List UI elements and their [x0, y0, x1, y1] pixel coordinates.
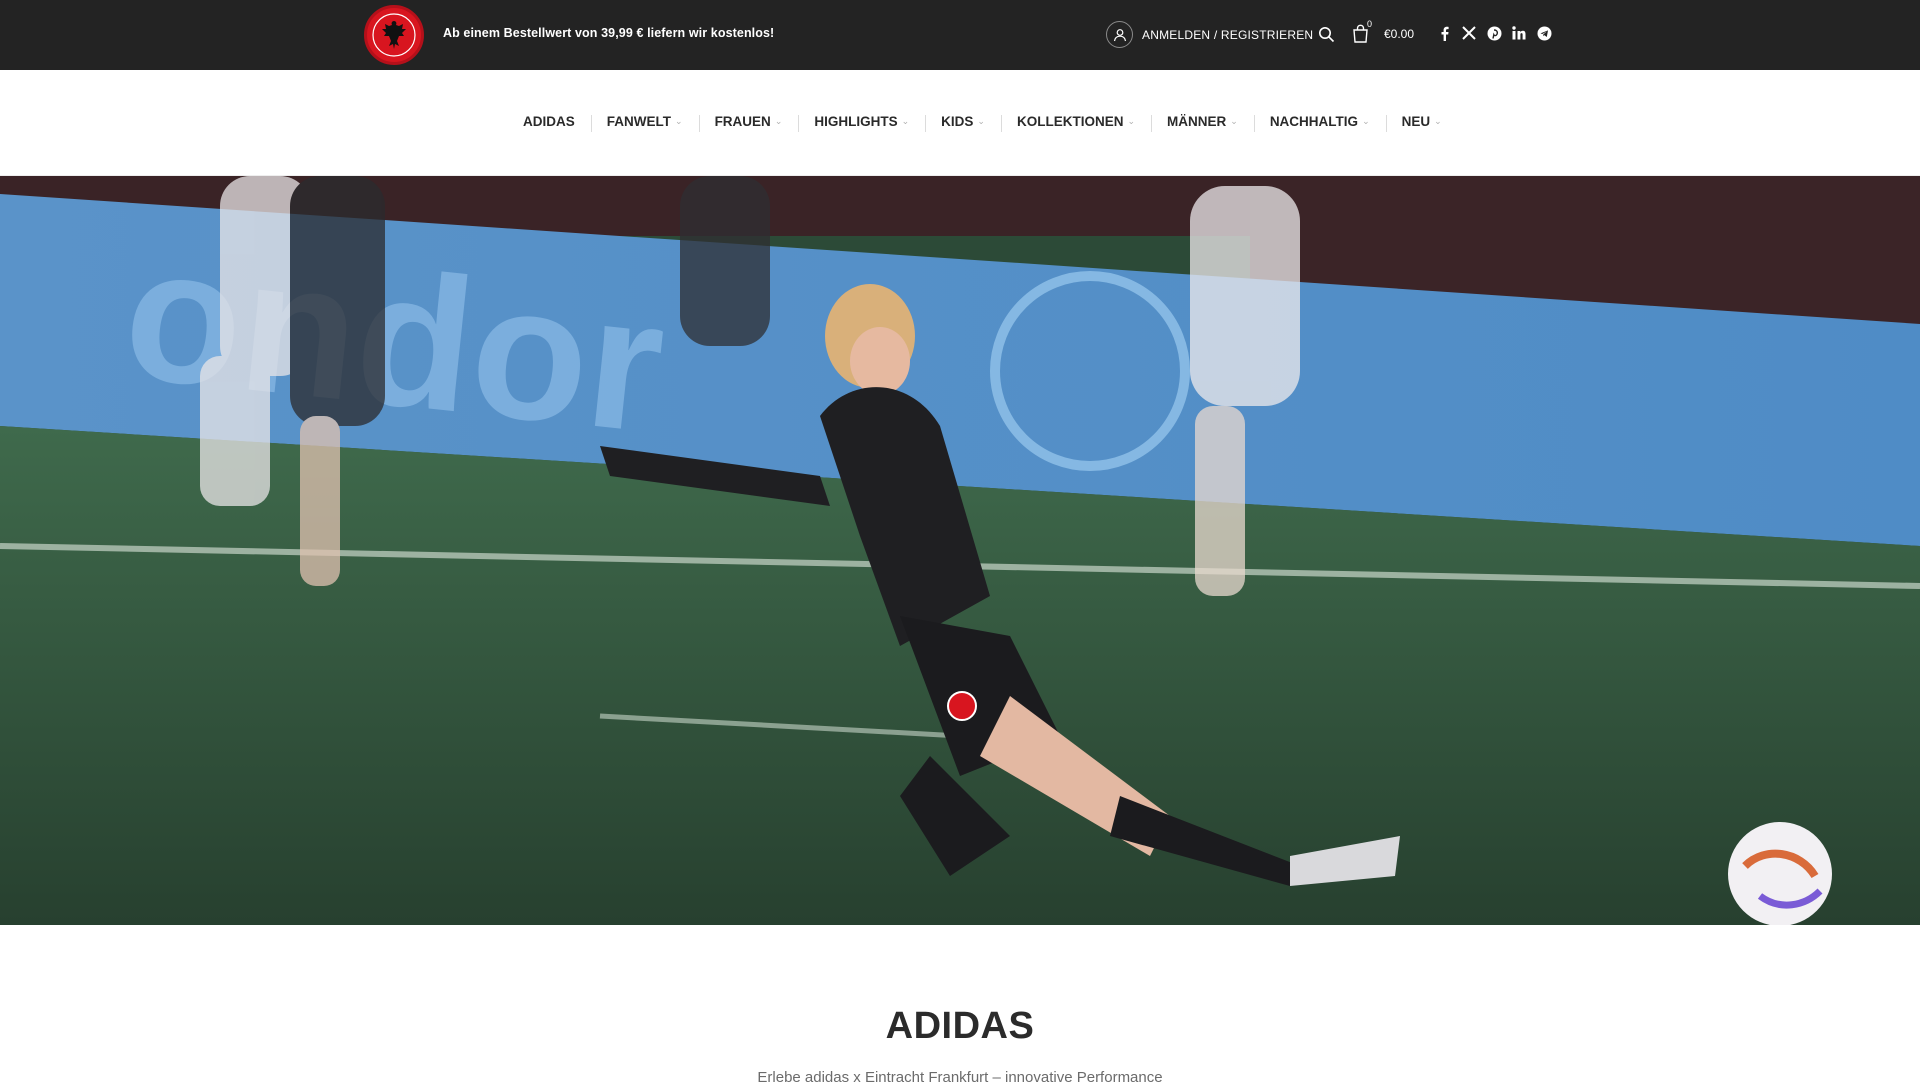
account-label: ANMELDEN / REGISTRIEREN: [1142, 27, 1314, 42]
chevron-down-icon: ⌄: [1230, 116, 1238, 126]
nav-item-adidas[interactable]: ADIDAS: [507, 114, 591, 129]
nav-item-label: NACHHALTIG: [1269, 114, 1359, 129]
shopping-bag-icon: 0: [1352, 19, 1372, 44]
nav-item-frauen[interactable]: FRAUEN ⌄: [698, 114, 799, 132]
chevron-down-icon: ⌄: [675, 116, 683, 126]
eagle-emblem: [372, 13, 416, 57]
eagle-logo-icon[interactable]: [364, 5, 424, 65]
cart-button[interactable]: 0 €0.00: [1352, 19, 1415, 44]
section-title: ADIDAS: [885, 1005, 1035, 1047]
nav-item-highlights[interactable]: HIGHLIGHTS ⌄: [798, 114, 925, 132]
chevron-down-icon: ⌄: [774, 116, 783, 126]
chevron-down-icon: ⌄: [1362, 116, 1370, 126]
telegram-icon[interactable]: [1536, 25, 1552, 41]
nav-item-fanwelt[interactable]: FANWELT ⌄: [590, 114, 699, 132]
x-icon[interactable]: [1461, 25, 1477, 41]
nav-item-label: KOLLEKTIONEN: [1016, 114, 1124, 129]
chevron-down-icon: ⌄: [977, 116, 985, 126]
nav-item-label: NEU: [1401, 114, 1431, 129]
hero-photo-football-player: ondor: [0, 176, 1920, 925]
nav-item-kids[interactable]: KIDS ⌄: [925, 114, 1001, 132]
free-shipping-promo: Ab einem Bestellwert von 39,99 € liefern…: [443, 26, 775, 40]
pinterest-icon[interactable]: [1486, 25, 1502, 41]
nav-item-nachhaltig[interactable]: NACHHALTIG ⌄: [1253, 114, 1386, 132]
nav-item-label: ADIDAS: [523, 114, 575, 129]
social-links: [1436, 25, 1552, 41]
main-navigation: ADIDAS FANWELT ⌄ FRAUEN ⌄ HIGHLIGHTS ⌄ KIDS…: [0, 70, 1920, 176]
cart-total: €0.00: [1384, 27, 1415, 41]
nav-item-label: KIDS: [941, 114, 974, 129]
chevron-down-icon: ⌄: [1127, 116, 1136, 126]
cart-count-badge: 0: [1367, 19, 1373, 29]
facebook-icon[interactable]: [1436, 25, 1452, 41]
nav-item-kollektionen[interactable]: KOLLEKTIONEN ⌄: [1000, 114, 1151, 132]
chevron-down-icon: ⌄: [901, 116, 910, 126]
linkedin-icon[interactable]: [1511, 25, 1527, 41]
section-subtitle: Erlebe adidas x Eintracht Frankfurt – in…: [757, 1069, 1163, 1086]
nav-item-label: FRAUEN: [714, 114, 771, 129]
nav-item-label: HIGHLIGHTS: [814, 114, 898, 129]
chevron-down-icon: ⌄: [1434, 116, 1442, 126]
nav-item-label: FANWELT: [606, 114, 672, 129]
nav-item-neu[interactable]: NEU ⌄: [1385, 114, 1458, 132]
account-link[interactable]: ANMELDEN / REGISTRIEREN: [1106, 21, 1313, 48]
search-icon[interactable]: [1318, 26, 1336, 44]
hero-banner-image[interactable]: ondor: [0, 176, 1920, 925]
top-bar: Ab einem Bestellwert von 39,99 € liefern…: [0, 0, 1920, 70]
nav-item-maenner[interactable]: MÄNNER ⌄: [1151, 114, 1254, 132]
user-icon: [1106, 21, 1133, 48]
nav-item-label: MÄNNER: [1167, 114, 1227, 129]
